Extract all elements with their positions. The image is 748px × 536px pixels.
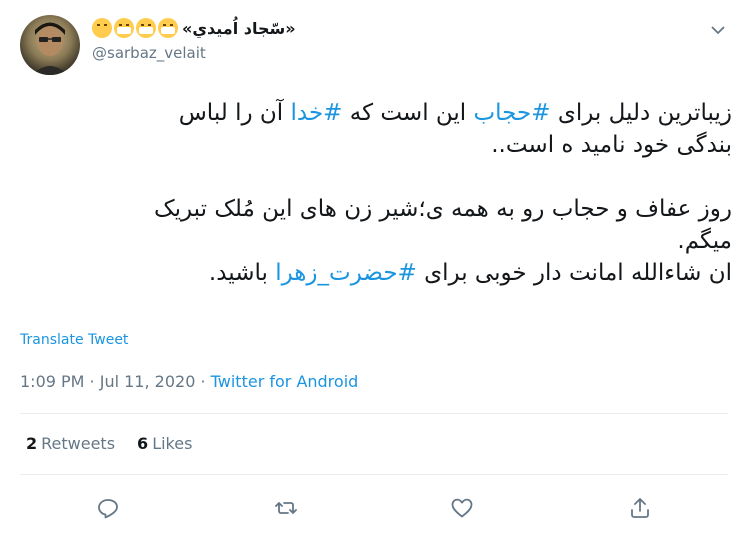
tweet-line: روز عفاف و حجاب رو به همه ی؛شیر زن های ا… [20,193,732,225]
divider [20,413,728,414]
divider [20,474,728,475]
tweet-meta: 1:09 PM · Jul 11, 2020 · Twitter for And… [20,372,358,391]
more-options-chevron-down-icon[interactable] [708,20,728,40]
likes-count: 6 [137,434,149,453]
tweet-text-segment: زیباترین دلیل برای [550,100,732,126]
translate-tweet-link[interactable]: Translate Tweet [20,332,128,348]
reply-button[interactable] [90,490,126,526]
retweets-count: 2 [26,434,38,453]
tweet-stats: 2 Retweets 6 Likes [26,434,192,453]
relieved-face-icon [92,18,112,38]
tweet-text-segment: ان شاءالله امانت دار خوبی برای [416,260,732,286]
share-button[interactable] [622,490,658,526]
tweet-line [20,161,732,193]
share-icon [631,498,649,518]
tweet-line: ان شاءالله امانت دار خوبی برای #حضرت_زهر… [20,257,732,289]
reply-icon [98,499,118,519]
tweet-text-segment: این است که [342,100,474,126]
likes-stat[interactable]: 6 Likes [137,434,192,453]
tweet-line: میگم. [20,225,732,257]
tweet-text-segment: آن را لباس [178,100,291,126]
tweet-text-segment: بندگی خود نامید ه است.. [491,132,732,158]
author-name-text: «سّجاد اُميدي» [182,18,296,38]
tweet-time[interactable]: 1:09 PM [20,372,84,391]
likes-label: Likes [152,434,193,453]
mask-face-icon [136,18,156,38]
mask-face-icon [158,18,178,38]
tweet-body: زیباترین دلیل برای #حجاب این است که #خدا… [20,97,732,289]
like-icon [451,498,473,518]
tweet-line: زیباترین دلیل برای #حجاب این است که #خدا… [20,97,732,129]
hashtag-link[interactable]: #حجاب [474,100,551,126]
tweet-action-bar [0,490,748,526]
retweets-stat[interactable]: 2 Retweets [26,434,115,453]
author-handle[interactable]: @sarbaz_velait [92,44,206,62]
tweet-text-segment: روز عفاف و حجاب رو به همه ی؛شیر زن های ا… [154,196,732,222]
tweet-source-link[interactable]: Twitter for Android [211,372,359,391]
tweet-line: بندگی خود نامید ه است.. [20,129,732,161]
tweet-date[interactable]: Jul 11, 2020 [100,372,196,391]
hashtag-link[interactable]: #خدا [290,100,342,126]
retweet-icon [275,502,297,514]
meta-separator: · [84,372,100,391]
tweet-text-segment: باشید. [208,260,276,286]
meta-separator: · [195,372,211,391]
tweet-text-segment: میگم. [677,228,732,254]
hashtag-link[interactable]: #حضرت_زهرا [275,260,417,286]
author-avatar[interactable] [20,15,80,75]
like-button[interactable] [444,490,480,526]
mask-face-icon [114,18,134,38]
author-display-name[interactable]: «سّجاد اُميدي» [92,18,296,38]
name-emoji-group [92,18,178,38]
retweet-button[interactable] [268,490,304,526]
retweets-label: Retweets [41,434,116,453]
